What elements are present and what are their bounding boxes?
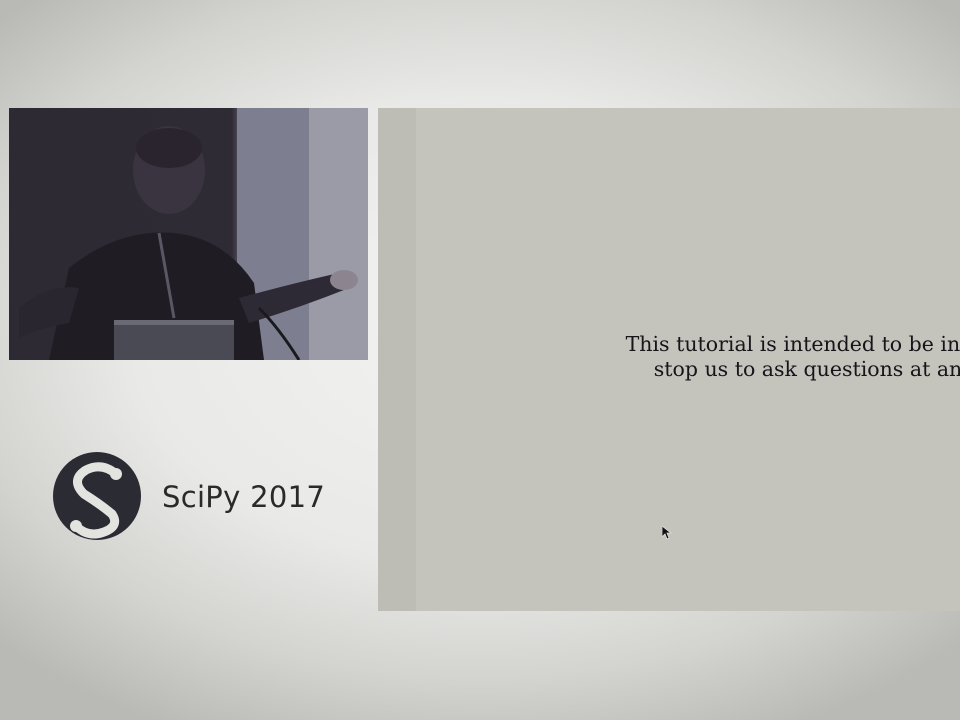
slide-left-margin [378, 108, 416, 611]
presentation-slide: This tutorial is intended to be inter st… [378, 108, 960, 611]
conference-name: SciPy 2017 [162, 480, 326, 514]
speaker-figure [19, 108, 368, 360]
slide-text-line-2: stop us to ask questions at an [653, 357, 960, 381]
slide-text: This tutorial is intended to be inter st… [508, 332, 960, 382]
mouse-pointer-icon [662, 526, 672, 540]
scipy-logo-icon [53, 452, 141, 540]
slide-text-line-1: This tutorial is intended to be inter [625, 332, 960, 356]
speaker-video-feed [9, 108, 368, 360]
